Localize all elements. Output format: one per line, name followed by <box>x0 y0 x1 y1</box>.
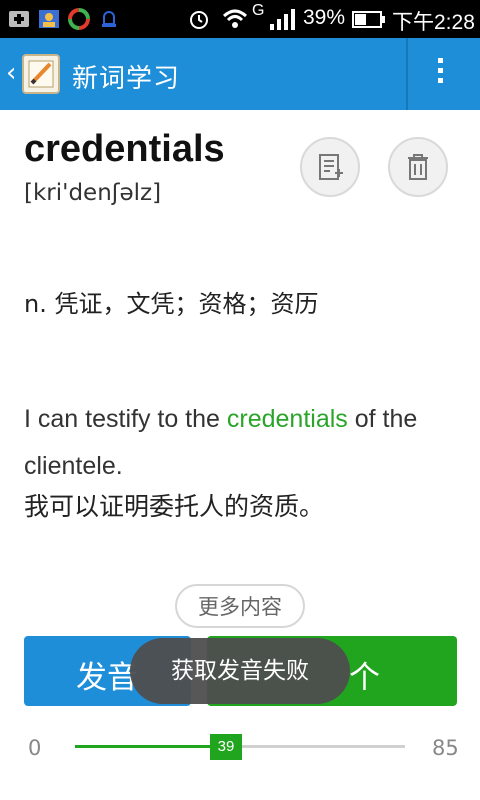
network-type: G <box>252 2 265 19</box>
battery-icon <box>352 11 385 28</box>
app-bar: ‹ 新词学习 <box>0 38 480 110</box>
app-bar-divider <box>406 38 408 110</box>
status-bar: G 39% 下午2:28 <box>0 0 480 38</box>
pronounce-button-label: 发音 <box>76 660 138 696</box>
battery-percent: 39% <box>303 6 346 29</box>
trash-icon <box>408 154 428 180</box>
word-definition: n. 凭证，文凭；资格；资历 <box>24 290 319 318</box>
example-highlight: credentials <box>226 405 348 433</box>
page-title: 新词学习 <box>72 64 181 94</box>
example-translation: 我可以证明委托人的资质。 <box>24 492 325 521</box>
clock: 下午2:28 <box>392 11 475 34</box>
progress-max-label: 85 <box>432 736 459 760</box>
alarm-icon <box>190 11 208 29</box>
add-note-icon <box>319 154 343 180</box>
pencil-icon <box>28 60 54 88</box>
next-word-button-label: 个 <box>349 660 380 696</box>
contact-card-icon <box>39 10 59 28</box>
more-content-button[interactable]: 更多内容 <box>175 584 305 628</box>
app-sync-icon <box>68 8 90 30</box>
word-headword: credentials <box>24 128 225 170</box>
word-notebook-icon[interactable] <box>22 54 60 94</box>
add-icon <box>9 11 29 27</box>
signal-icon <box>270 9 295 30</box>
overflow-menu-icon[interactable] <box>434 58 446 90</box>
example-text-before: I can testify to the <box>24 405 227 433</box>
toast-message: 获取发音失败 <box>130 638 350 704</box>
progress-fill <box>75 745 226 748</box>
progress-min-label: 0 <box>28 736 42 760</box>
add-to-notebook-button[interactable] <box>300 137 360 197</box>
chevron-left-icon[interactable]: ‹ <box>6 58 16 88</box>
progress-thumb[interactable]: 39 <box>210 734 242 760</box>
delete-word-button[interactable] <box>388 137 448 197</box>
word-phonetic: [kri'denʃəlz] <box>24 180 162 206</box>
notification-icon <box>102 11 116 27</box>
example-sentence: I can testify to the credentials of the … <box>24 396 464 490</box>
wifi-icon <box>222 9 248 28</box>
